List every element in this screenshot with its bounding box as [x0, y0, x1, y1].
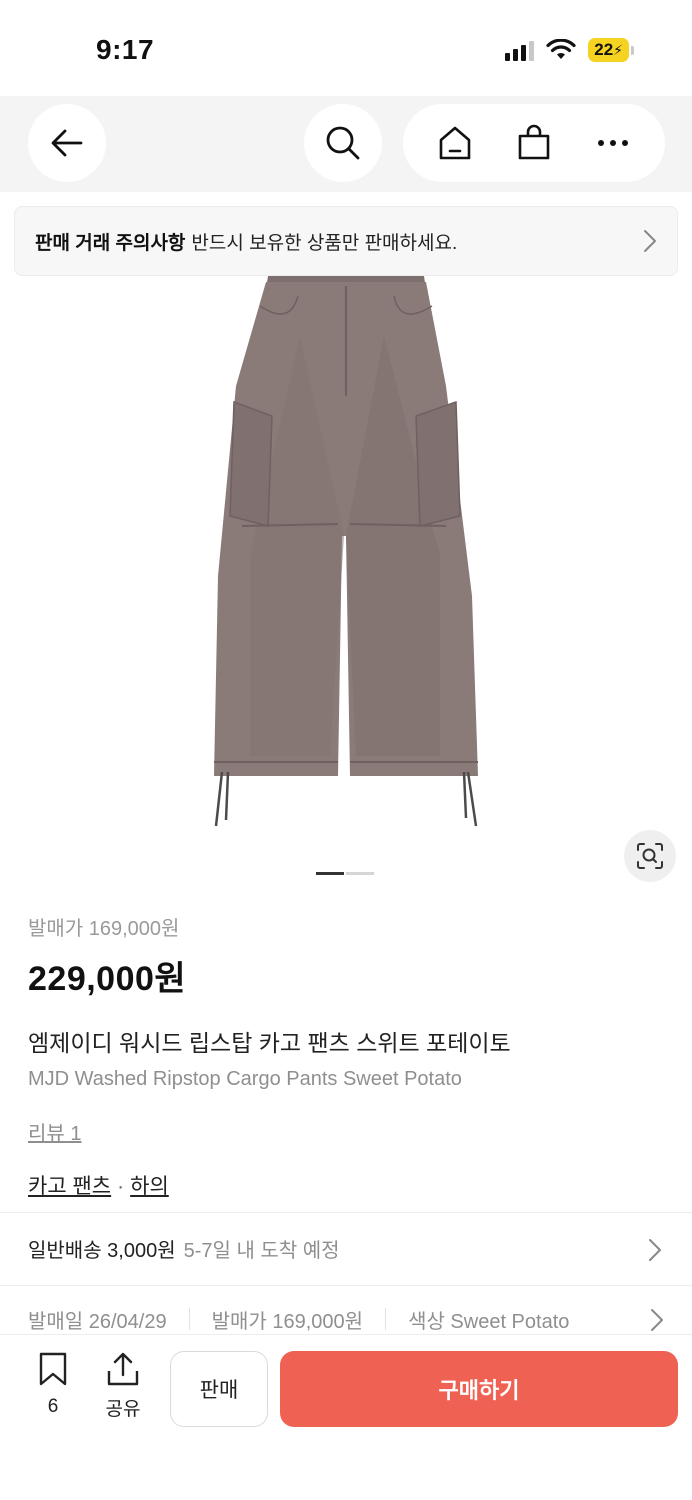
battery-icon: 22⚡: [588, 38, 634, 62]
home-icon: [439, 126, 470, 160]
bookmark-count: 6: [47, 1396, 59, 1417]
indicator-dot: [346, 872, 374, 875]
product-title-korean: 엠제이디 워시드 립스탑 카고 팬츠 스위트 포테이토: [28, 1030, 511, 1056]
share-icon: [107, 1352, 139, 1386]
category-link[interactable]: 카고 팬츠: [28, 1175, 111, 1198]
more-icon: [598, 140, 629, 146]
reviews-link[interactable]: 리뷰 1: [28, 1117, 81, 1146]
status-bar: 9:17 22⚡: [0, 0, 692, 96]
home-button[interactable]: [425, 113, 485, 173]
category-separator: ·: [117, 1175, 125, 1198]
status-icons: 22⚡: [505, 38, 634, 62]
more-button[interactable]: [583, 113, 643, 173]
nav-action-group: [403, 104, 665, 182]
parent-category-link[interactable]: 하의: [130, 1175, 169, 1198]
product-image-gallery[interactable]: [0, 276, 692, 896]
image-search-button[interactable]: [624, 830, 676, 882]
product-title-english: MJD Washed Ripstop Cargo Pants Sweet Pot…: [28, 1068, 462, 1090]
sell-button[interactable]: 판매: [170, 1351, 268, 1427]
product-image: [214, 276, 478, 827]
search-icon: [326, 126, 360, 160]
current-price: 229,000원: [28, 960, 187, 998]
shipping-row[interactable]: 일반배송 3,000원 5-7일 내 도착 예정: [28, 1212, 678, 1284]
chevron-right-icon: [649, 1239, 661, 1261]
release-date: 발매일 26/04/29: [28, 1310, 167, 1333]
bookmark-button[interactable]: 6: [30, 1351, 76, 1418]
meta-release-price: 발매가 169,000원: [211, 1310, 364, 1333]
bottom-action-bar: 6 공유 판매 구매하기: [0, 1334, 692, 1500]
wifi-icon: [546, 39, 576, 59]
lens-scan-icon: [637, 843, 663, 869]
bookmark-icon: [39, 1352, 67, 1386]
sales-notice-banner[interactable]: 판매 거래 주의사항 반드시 보유한 상품만 판매하세요.: [14, 206, 678, 276]
product-info: 발매가 169,000원 229,000원 엠제이디 워시드 립스탑 카고 팬츠…: [28, 912, 668, 1200]
share-label: 공유: [105, 1399, 141, 1420]
notice-text: 반드시 보유한 상품만 판매하세요.: [191, 232, 458, 254]
shipping-eta: 5-7일 내 도착 예정: [183, 1239, 340, 1262]
chevron-right-icon: [650, 1308, 664, 1332]
share-button[interactable]: 공유: [100, 1351, 146, 1421]
notice-title: 판매 거래 주의사항: [35, 232, 186, 254]
indicator-dot-active: [316, 872, 344, 875]
buy-button[interactable]: 구매하기: [280, 1351, 678, 1427]
status-time: 9:17: [96, 34, 155, 65]
back-arrow-icon: [51, 129, 83, 157]
chevron-right-icon: [644, 230, 656, 252]
gallery-page-indicator: [316, 872, 374, 875]
search-button[interactable]: [304, 104, 382, 182]
meta-separator: [385, 1308, 387, 1330]
battery-level: 22: [594, 40, 614, 59]
shopping-bag-icon: [518, 124, 550, 160]
release-price-label: 발매가 169,000원: [28, 918, 180, 940]
back-button[interactable]: [28, 104, 106, 182]
category-breadcrumb: 카고 팬츠 · 하의: [28, 1170, 668, 1200]
shopping-bag-button[interactable]: [504, 113, 564, 173]
shipping-method: 일반배송 3,000원: [28, 1239, 176, 1262]
meta-separator: [188, 1308, 190, 1330]
cellular-signal-icon: [505, 39, 535, 61]
top-navigation: [0, 96, 692, 192]
meta-color: 색상 Sweet Potato: [408, 1310, 570, 1333]
